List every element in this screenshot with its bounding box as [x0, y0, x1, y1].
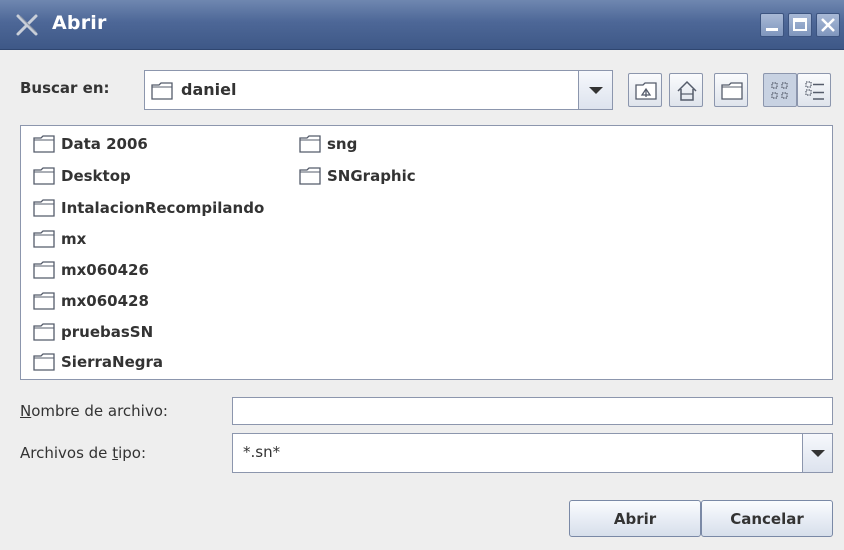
file-name: SierraNegra	[61, 353, 164, 371]
new-folder-button[interactable]	[714, 73, 748, 107]
file-name: mx060426	[61, 261, 149, 279]
list-item[interactable]: Desktop	[33, 162, 131, 190]
folder-icon	[33, 353, 55, 371]
file-name-label-mnemonic: N	[20, 402, 32, 420]
home-button[interactable]	[669, 73, 703, 107]
folder-icon	[33, 323, 55, 341]
folder-icon	[299, 135, 321, 153]
folder-icon	[33, 135, 55, 153]
file-list[interactable]: Data 2006 Desktop IntalacionRecompilando…	[20, 125, 833, 380]
minimize-icon	[766, 28, 778, 31]
up-one-level-button[interactable]	[628, 73, 662, 107]
folder-icon	[33, 261, 55, 279]
close-icon	[821, 18, 835, 32]
list-item[interactable]: mx060426	[33, 256, 149, 284]
new-folder-icon	[721, 82, 743, 100]
file-name: mx	[61, 230, 87, 248]
folder-icon	[33, 167, 55, 185]
details-view-button[interactable]	[797, 73, 831, 107]
open-button[interactable]: Abrir	[569, 500, 701, 537]
list-view-icon	[771, 82, 788, 99]
list-item[interactable]: Data 2006	[33, 130, 148, 158]
file-type-label-end: ipo:	[118, 444, 146, 462]
file-name-input[interactable]	[232, 397, 833, 425]
file-type-label-start: Archivos de	[20, 444, 113, 462]
list-item[interactable]: SNGraphic	[299, 162, 416, 190]
up-folder-icon	[635, 82, 657, 100]
list-item[interactable]: mx	[33, 225, 86, 253]
file-name: Data 2006	[61, 135, 148, 153]
folder-icon	[151, 82, 173, 100]
maximize-icon	[793, 18, 807, 31]
file-name: IntalacionRecompilando	[61, 199, 265, 217]
file-name-label: Nombre de archivo:	[20, 402, 168, 420]
window-title: Abrir	[52, 12, 107, 34]
minimize-button[interactable]	[760, 13, 784, 37]
file-name: pruebasSN	[61, 323, 154, 341]
file-type-label: Archivos de tipo:	[20, 444, 146, 462]
file-name: mx060428	[61, 292, 149, 310]
list-item[interactable]: sng	[299, 130, 357, 158]
list-item[interactable]: IntalacionRecompilando	[33, 194, 264, 222]
folder-icon	[33, 199, 55, 217]
file-type-dropdown-arrow[interactable]	[802, 434, 832, 472]
list-item[interactable]: SierraNegra	[33, 348, 163, 376]
file-name: SNGraphic	[327, 167, 416, 185]
details-view-icon	[805, 81, 824, 100]
list-view-button[interactable]	[763, 73, 797, 107]
look-in-label: Buscar en:	[20, 79, 110, 97]
title-bar[interactable]: Abrir	[0, 0, 844, 50]
file-type-value: *.sn*	[243, 443, 281, 461]
cancel-button[interactable]: Cancelar	[701, 500, 833, 537]
look-in-dropdown-arrow[interactable]	[578, 71, 612, 109]
close-button[interactable]	[816, 13, 840, 37]
folder-icon	[299, 167, 321, 185]
java-app-icon	[16, 14, 38, 36]
list-item[interactable]: pruebasSN	[33, 318, 153, 346]
folder-icon	[33, 292, 55, 310]
list-item[interactable]: mx060428	[33, 287, 149, 315]
file-type-combo[interactable]: *.sn*	[232, 433, 833, 473]
folder-icon	[33, 230, 55, 248]
file-name: sng	[327, 135, 358, 153]
home-icon	[677, 80, 697, 101]
look-in-value: daniel	[181, 80, 237, 99]
file-name: Desktop	[61, 167, 131, 185]
look-in-combo[interactable]: daniel	[144, 70, 613, 110]
file-name-label-text: ombre de archivo:	[31, 402, 168, 420]
maximize-button[interactable]	[788, 13, 812, 37]
